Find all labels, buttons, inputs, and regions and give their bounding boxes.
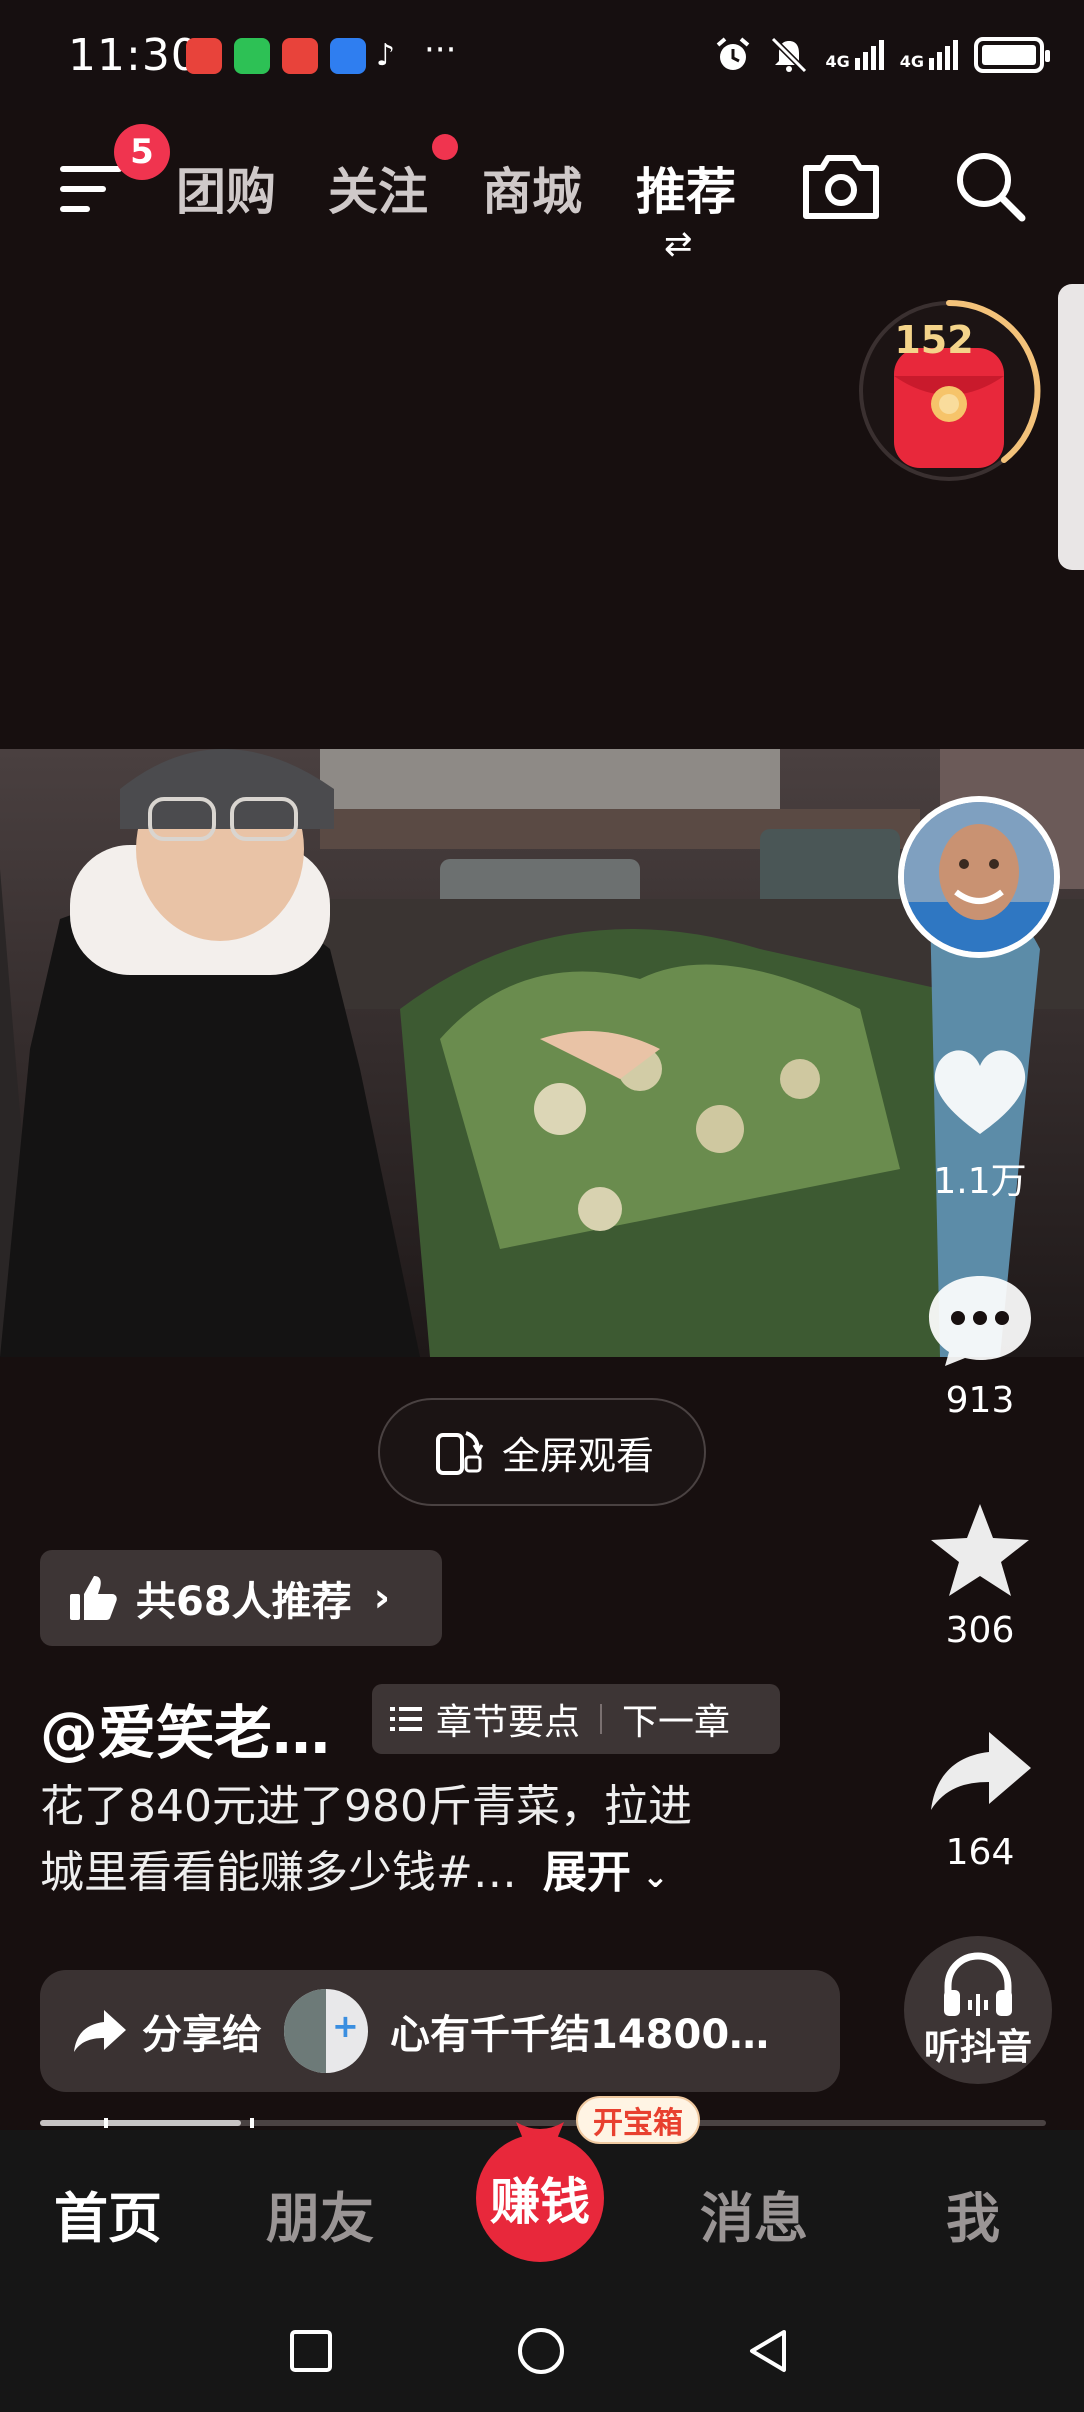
status-time: 11:30 xyxy=(68,30,200,81)
comment-icon xyxy=(929,1276,1031,1366)
top-nav: 5 团购 关注 商城 推荐 ⇄ xyxy=(0,110,1084,290)
chapter-divider xyxy=(600,1704,603,1734)
share-to-bar[interactable]: 分享给 + 心有千千结14800… xyxy=(40,1970,840,2092)
share-action[interactable]: 164 xyxy=(920,1722,1040,1873)
playback-progress-fill xyxy=(40,2120,242,2126)
chevron-right-icon: › xyxy=(373,1575,391,1621)
listen-label: 听抖音 xyxy=(923,2027,1032,2068)
fullscreen-button[interactable]: 全屏观看 xyxy=(378,1398,706,1506)
tab-follow[interactable]: 关注 xyxy=(328,152,428,224)
comment-count: 913 xyxy=(945,1380,1015,1421)
star-icon xyxy=(931,1504,1029,1596)
status-right: 4G 4G xyxy=(713,30,1050,80)
expand-label: 展开 xyxy=(542,1847,631,1898)
nav-me[interactable]: 我 xyxy=(946,2174,1000,2253)
avatar xyxy=(904,802,1054,952)
favorite-action[interactable]: 306 xyxy=(920,1500,1040,1651)
menu-line xyxy=(60,186,106,192)
status-bar: 11:30 ♪ ··· 4G 4G xyxy=(0,0,1084,110)
comment-action[interactable]: 913 xyxy=(920,1270,1040,1421)
chapter-marker xyxy=(250,2118,254,2128)
wechat-icon xyxy=(234,38,270,74)
share-target-name: 心有千千结14800… xyxy=(390,2012,770,2058)
video-caption[interactable]: 花了840元进了980斤青菜，拉进 城里看看能赚多少钱#… 展开 ⌄ xyxy=(40,1774,800,1909)
chevron-down-icon: ⌄ xyxy=(630,1857,669,1895)
expand-caption-button[interactable]: 展开 ⌄ xyxy=(543,1847,669,1898)
caption-line-2-wrap: 城里看看能赚多少钱#… 展开 ⌄ xyxy=(40,1840,800,1909)
signal-label-1: 4G xyxy=(825,52,850,71)
menu-button[interactable] xyxy=(60,160,124,216)
alarm-icon xyxy=(717,37,750,70)
menu-badge: 5 xyxy=(114,124,170,180)
nav-home[interactable]: 首页 xyxy=(54,2174,162,2253)
tab-mall[interactable]: 商城 xyxy=(482,152,582,224)
search-icon[interactable] xyxy=(950,146,1030,226)
tiktok-icon: ♪ xyxy=(376,38,396,73)
like-action[interactable]: 1.1万 xyxy=(920,1042,1040,1204)
chapter-marker xyxy=(104,2118,108,2128)
mute-icon xyxy=(771,36,808,74)
tab-group-buy[interactable]: 团购 xyxy=(176,152,276,224)
thumbs-up-icon xyxy=(70,1576,117,1620)
caption-line-2: 城里看看能赚多少钱#… xyxy=(40,1847,517,1898)
caption-line-1: 花了840元进了980斤青菜，拉进 xyxy=(40,1781,692,1832)
next-chapter-label[interactable]: 下一章 xyxy=(622,1693,730,1745)
rotate-phone-icon xyxy=(435,1431,484,1475)
signal-label-2: 4G xyxy=(899,52,924,71)
signal-icon-2: 4G xyxy=(900,40,958,70)
author-name[interactable]: @爱笑老… xyxy=(40,1686,330,1770)
side-panel-handle[interactable] xyxy=(1058,284,1084,570)
red-packet-widget[interactable]: 152 xyxy=(854,296,1044,486)
chapter-label[interactable]: 章节要点 xyxy=(436,1693,580,1745)
share-count: 164 xyxy=(945,1832,1015,1873)
camera-icon[interactable] xyxy=(800,148,882,224)
share-to-label: 分享给 xyxy=(142,2012,262,2058)
menu-line xyxy=(60,166,122,172)
recommend-count-chip[interactable]: 共68人推荐 › xyxy=(40,1550,442,1646)
back-icon[interactable] xyxy=(744,2326,794,2376)
recommend-count-label: 共68人推荐 xyxy=(136,1579,352,1625)
shopping-app-icon xyxy=(186,38,222,74)
red-app-icon xyxy=(282,38,318,74)
chapter-list-icon xyxy=(390,1707,422,1731)
share-icon xyxy=(74,2010,126,2052)
swap-icon: ⇄ xyxy=(664,224,693,264)
add-icon: + xyxy=(332,2007,359,2045)
treasure-box-badge[interactable]: 开宝箱 xyxy=(576,2096,700,2144)
battery-icon xyxy=(974,37,1050,73)
author-avatar[interactable] xyxy=(898,796,1060,958)
home-circle-icon[interactable] xyxy=(516,2326,566,2376)
favorite-count: 306 xyxy=(945,1610,1015,1651)
listen-button[interactable]: 听抖音 xyxy=(904,1936,1052,2084)
tab-recommend[interactable]: 推荐 xyxy=(636,152,736,224)
like-count: 1.1万 xyxy=(933,1161,1027,1202)
earn-label: 赚钱 xyxy=(490,2173,590,2231)
recent-apps-icon[interactable] xyxy=(288,2328,334,2374)
signal-icon-1: 4G xyxy=(825,40,884,71)
avatar-left-half xyxy=(284,1989,326,2073)
blue-app-icon xyxy=(330,38,366,74)
follow-notification-dot xyxy=(432,134,458,160)
headphones-icon xyxy=(944,1952,1012,2016)
red-packet-count: 152 xyxy=(894,318,974,362)
nav-friends[interactable]: 朋友 xyxy=(266,2174,374,2253)
chapter-chip[interactable]: 章节要点 下一章 xyxy=(372,1684,780,1754)
heart-icon xyxy=(934,1050,1026,1134)
share-target-avatar: + xyxy=(284,1989,368,2073)
menu-line xyxy=(60,206,90,212)
fullscreen-label: 全屏观看 xyxy=(501,1433,654,1478)
nav-messages[interactable]: 消息 xyxy=(700,2174,808,2253)
more-notifications-icon: ··· xyxy=(424,30,457,70)
share-arrow-icon xyxy=(931,1732,1031,1810)
system-nav-bar xyxy=(0,2280,1084,2412)
